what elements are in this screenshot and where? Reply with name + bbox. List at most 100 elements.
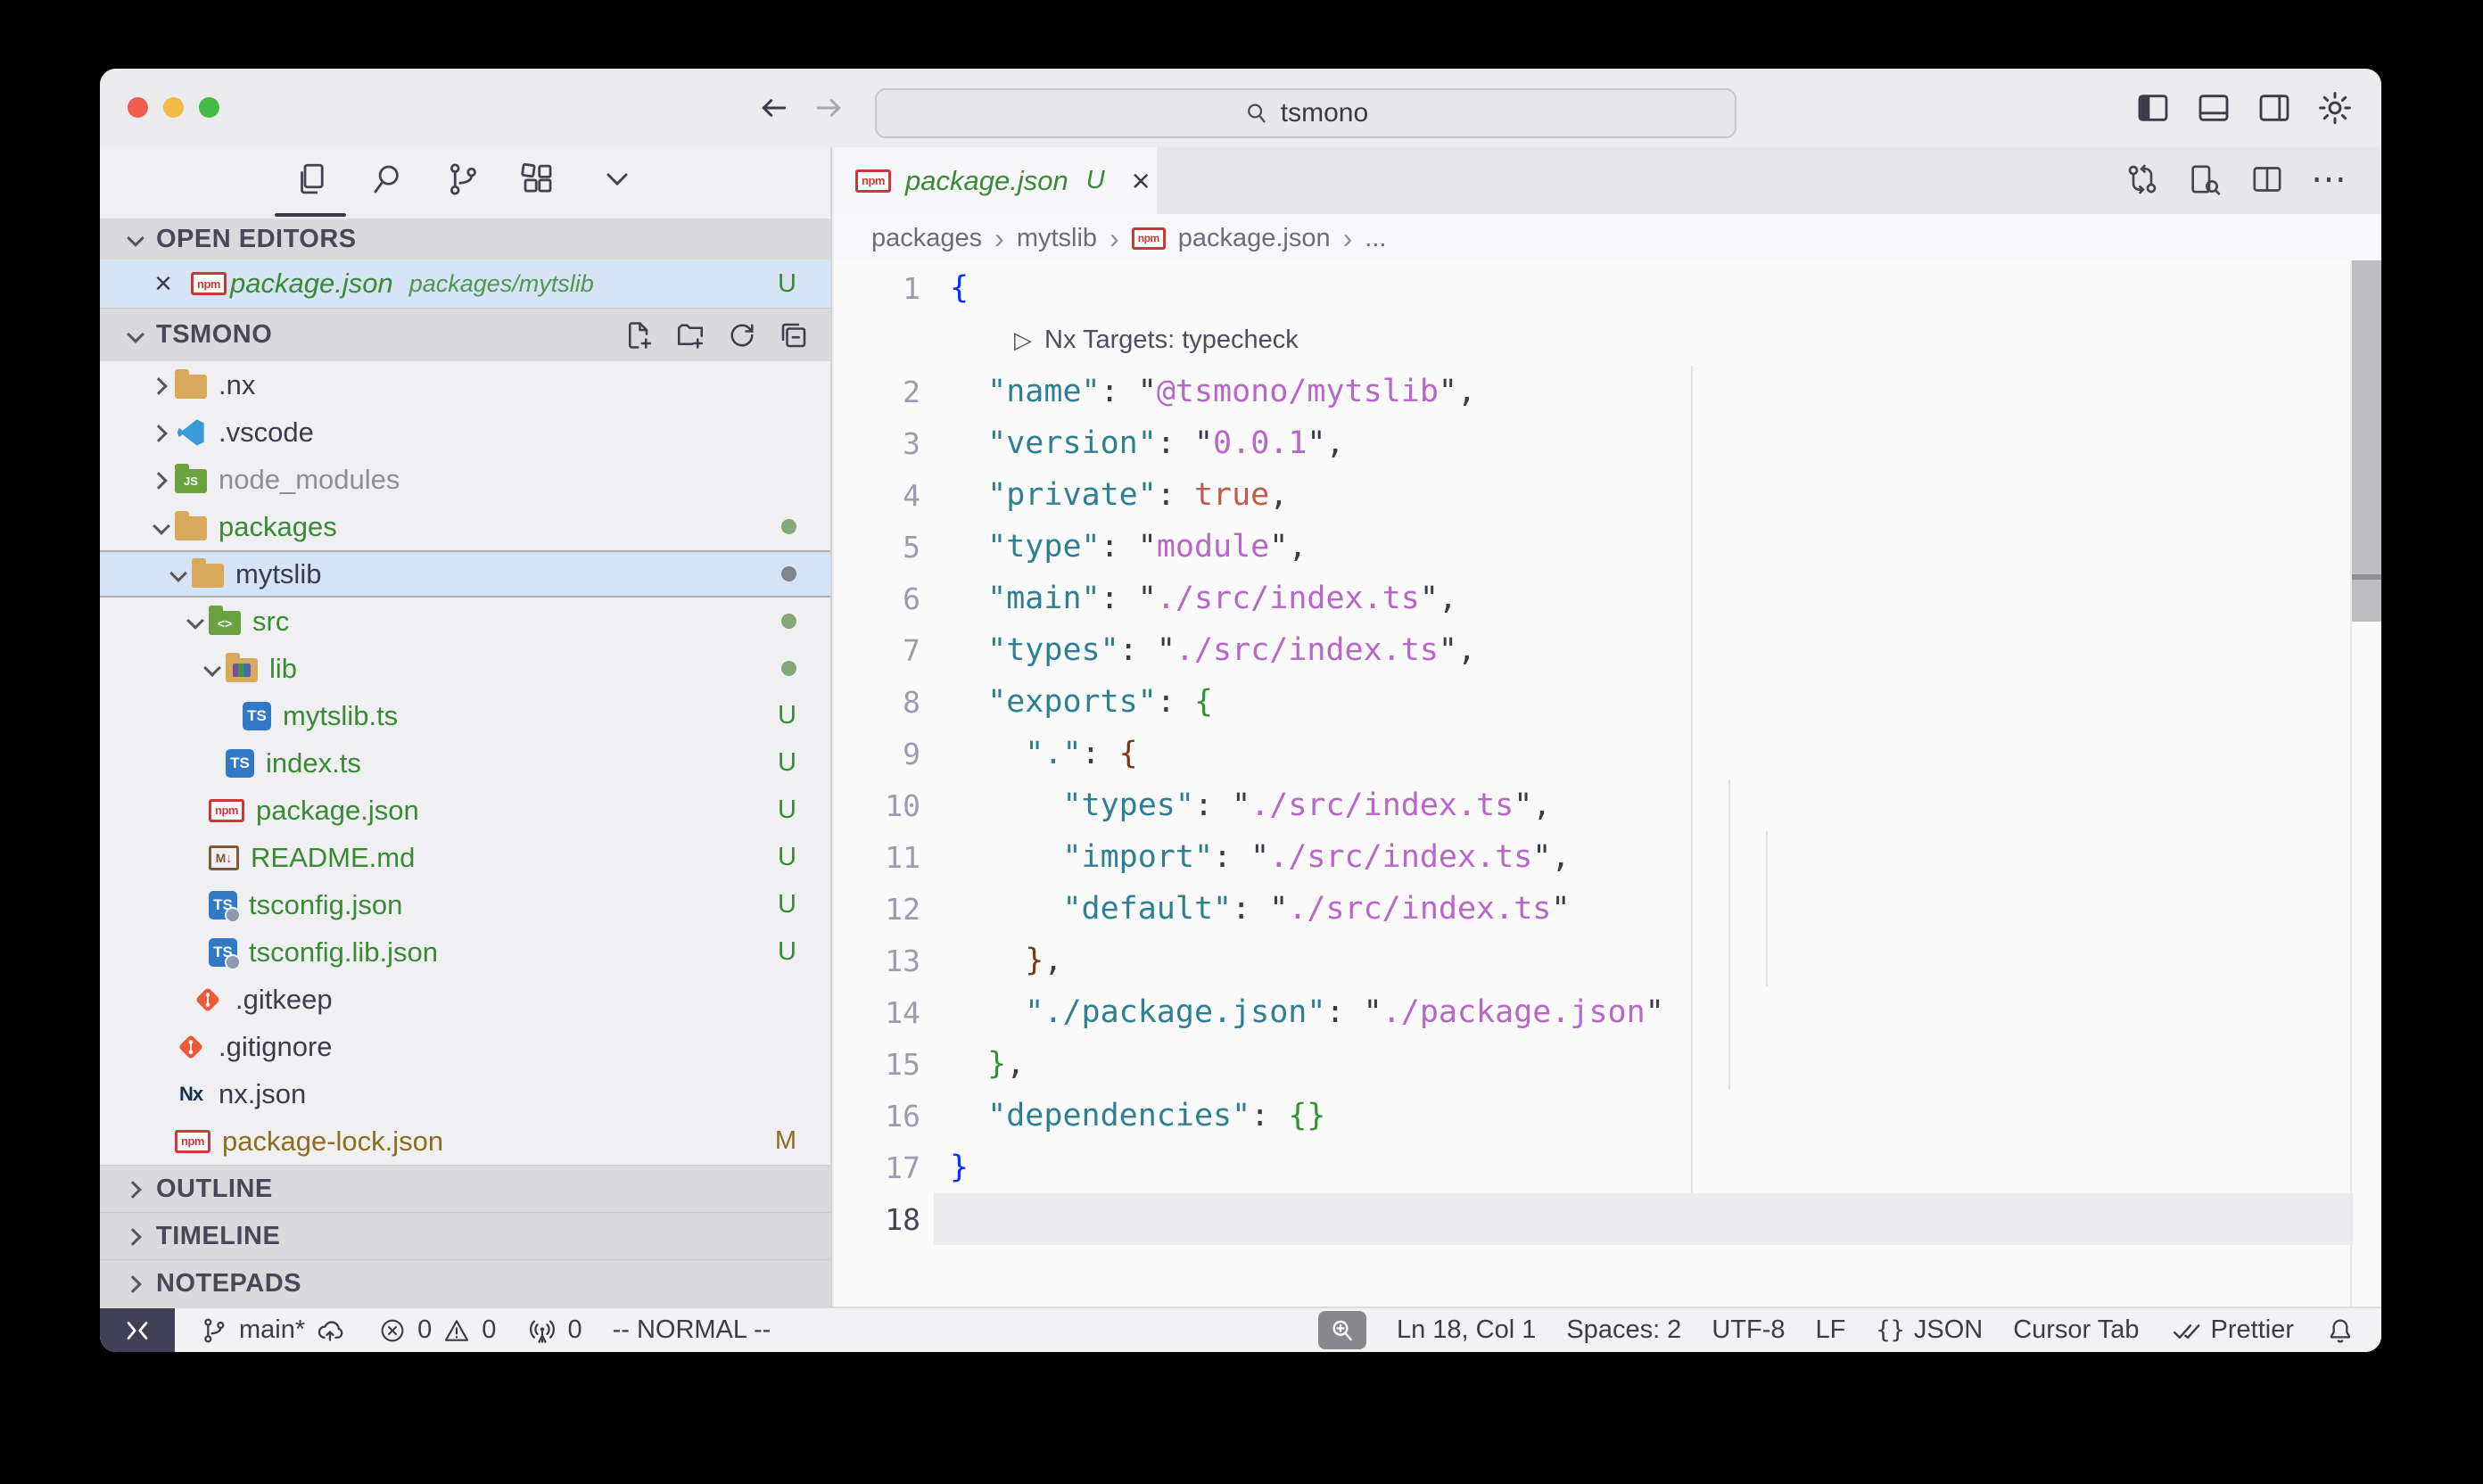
section-header-timeline[interactable]: TIMELINE: [100, 1212, 830, 1259]
code-line-3[interactable]: 3 "version": "0.0.1",: [834, 417, 2381, 469]
more-actions-icon[interactable]: ⋯: [2310, 160, 2349, 199]
search-view-icon[interactable]: [367, 160, 407, 199]
close-editor-icon[interactable]: ×: [148, 267, 178, 301]
settings-gear-icon[interactable]: [2315, 88, 2355, 128]
code-line-15[interactable]: 15 },: [834, 1038, 2381, 1090]
open-editors-section-header[interactable]: OPEN EDITORS: [100, 218, 830, 260]
zoom-window-button[interactable]: [199, 97, 219, 118]
code-line-10[interactable]: 10 "types": "./src/index.ts",: [834, 779, 2381, 831]
scrollbar-thumb-lower[interactable]: [2352, 580, 2381, 622]
code-line-4[interactable]: 4 "private": true,: [834, 469, 2381, 521]
find-in-file-icon[interactable]: [2185, 160, 2224, 199]
breadcrumb-item[interactable]: packages: [871, 224, 982, 253]
eol-status[interactable]: LF: [1816, 1315, 1846, 1345]
code-line-17[interactable]: 17}: [834, 1142, 2381, 1193]
explorer-icon[interactable]: [292, 160, 331, 199]
split-editor-icon[interactable]: [2248, 160, 2287, 199]
tree-item-node_modules[interactable]: node_modules: [100, 456, 830, 503]
source-control-icon[interactable]: [443, 160, 483, 199]
code-line-13[interactable]: 13 },: [834, 935, 2381, 986]
chevron-right-icon[interactable]: [148, 419, 175, 446]
ports-status[interactable]: 0: [526, 1315, 582, 1347]
breadcrumb-item[interactable]: package.json: [1178, 224, 1331, 253]
code-line-7[interactable]: 7 "types": "./src/index.ts",: [834, 624, 2381, 676]
codelens-row[interactable]: ▷ Nx Targets: typecheck: [834, 314, 2381, 366]
code-line-14[interactable]: 14 "./package.json": "./package.json": [834, 986, 2381, 1038]
zoom-level-button[interactable]: [1318, 1311, 1366, 1349]
scrollbar[interactable]: [2352, 260, 2381, 1307]
encoding-status[interactable]: UTF-8: [1712, 1315, 1785, 1345]
tab-package-json[interactable]: npm package.json U ×: [834, 147, 1157, 214]
command-center-search[interactable]: tsmono: [875, 88, 1736, 138]
refresh-icon[interactable]: [725, 318, 759, 352]
code-line-8[interactable]: 8 "exports": {: [834, 676, 2381, 728]
code-editor[interactable]: 1{ ▷ Nx Targets: typecheck 2 "name": "@tsmo…: [834, 262, 2381, 1307]
problems-status[interactable]: 0 0: [376, 1315, 496, 1347]
remote-indicator-button[interactable]: [100, 1308, 175, 1352]
extensions-icon[interactable]: [518, 160, 557, 199]
tree-item-package-lock.json[interactable]: npmpackage-lock.jsonM: [100, 1117, 830, 1165]
formatter-status[interactable]: Prettier: [2170, 1315, 2294, 1347]
tree-item-mytslib.ts[interactable]: TSmytslib.tsU: [100, 692, 830, 739]
chevron-down-icon[interactable]: [165, 561, 192, 588]
open-changes-icon[interactable]: [2123, 160, 2162, 199]
run-target-icon[interactable]: ▷: [1014, 326, 1032, 354]
close-window-button[interactable]: [128, 97, 148, 118]
code-line-12[interactable]: 12 "default": "./src/index.ts": [834, 883, 2381, 935]
tree-item-.vscode[interactable]: .vscode: [100, 408, 830, 456]
toggle-primary-sidebar-icon[interactable]: [2133, 88, 2173, 128]
toggle-secondary-sidebar-icon[interactable]: [2255, 88, 2294, 128]
code-line-11[interactable]: 11 "import": "./src/index.ts",: [834, 831, 2381, 883]
section-header-outline[interactable]: OUTLINE: [100, 1165, 830, 1212]
tree-item-.gitignore[interactable]: .gitignore: [100, 1023, 830, 1070]
code-line-16[interactable]: 16 "dependencies": {}: [834, 1090, 2381, 1142]
code-line-5[interactable]: 5 "type": "module",: [834, 521, 2381, 573]
minimize-window-button[interactable]: [163, 97, 184, 118]
breadcrumb-item[interactable]: ...: [1365, 224, 1386, 253]
chevron-down-icon[interactable]: [182, 608, 209, 635]
codelens-label[interactable]: Nx Targets: typecheck: [1044, 326, 1299, 355]
scrollbar-thumb[interactable]: [2352, 260, 2381, 574]
cursor-tab-status[interactable]: Cursor Tab: [2013, 1315, 2139, 1345]
chevron-right-icon[interactable]: [148, 466, 175, 493]
tree-item-mytslib[interactable]: mytslib: [100, 550, 830, 598]
navigate-back-icon[interactable]: [756, 90, 792, 126]
toggle-panel-icon[interactable]: [2194, 88, 2233, 128]
code-line-2[interactable]: 2 "name": "@tsmono/mytslib",: [834, 366, 2381, 417]
code-line-6[interactable]: 6 "main": "./src/index.ts",: [834, 573, 2381, 624]
indentation-status[interactable]: Spaces: 2: [1566, 1315, 1681, 1345]
tree-item-.nx[interactable]: .nx: [100, 361, 830, 408]
workspace-section-header[interactable]: TSMONO: [100, 308, 830, 361]
chevron-down-icon[interactable]: [199, 655, 226, 682]
tree-item-README.md[interactable]: M↓README.mdU: [100, 834, 830, 881]
tree-item-nx.json[interactable]: Nxnx.json: [100, 1070, 830, 1117]
chevron-down-icon[interactable]: [148, 514, 175, 540]
open-editor-item[interactable]: × npm package.json packages/mytslib U: [100, 260, 830, 308]
breadcrumb-item[interactable]: mytslib: [1017, 224, 1097, 253]
git-branch-status[interactable]: main*: [198, 1315, 346, 1347]
chevron-right-icon[interactable]: [148, 372, 175, 399]
git-status-badge: U: [778, 269, 796, 299]
language-mode-status[interactable]: {} JSON: [1876, 1315, 1983, 1345]
navigate-forward-icon[interactable]: [811, 90, 846, 126]
code-line-9[interactable]: 9 ".": {: [834, 728, 2381, 779]
new-file-icon[interactable]: [622, 318, 656, 352]
notifications-bell-icon[interactable]: [2324, 1315, 2356, 1347]
more-views-chevron-icon[interactable]: [598, 160, 637, 199]
section-header-notepads[interactable]: NOTEPADS: [100, 1259, 830, 1307]
code-line-1[interactable]: 1{: [834, 262, 2381, 314]
tree-item-package.json[interactable]: npmpackage.jsonU: [100, 787, 830, 834]
tree-item-packages[interactable]: packages: [100, 503, 830, 550]
tab-close-icon[interactable]: ×: [1132, 165, 1151, 197]
tree-item-src[interactable]: src: [100, 598, 830, 645]
collapse-folders-icon[interactable]: [777, 318, 811, 352]
tree-item-tsconfig.json[interactable]: TStsconfig.jsonU: [100, 881, 830, 928]
tree-item-tsconfig.lib.json[interactable]: TStsconfig.lib.jsonU: [100, 928, 830, 976]
new-folder-icon[interactable]: [673, 318, 707, 352]
cursor-position-status[interactable]: Ln 18, Col 1: [1397, 1315, 1536, 1345]
tree-item-index.ts[interactable]: TSindex.tsU: [100, 739, 830, 787]
code-line-18[interactable]: 18: [834, 1193, 2381, 1245]
vim-mode-indicator[interactable]: -- NORMAL --: [613, 1315, 771, 1345]
tree-item-lib[interactable]: lib: [100, 645, 830, 692]
tree-item-.gitkeep[interactable]: .gitkeep: [100, 976, 830, 1023]
